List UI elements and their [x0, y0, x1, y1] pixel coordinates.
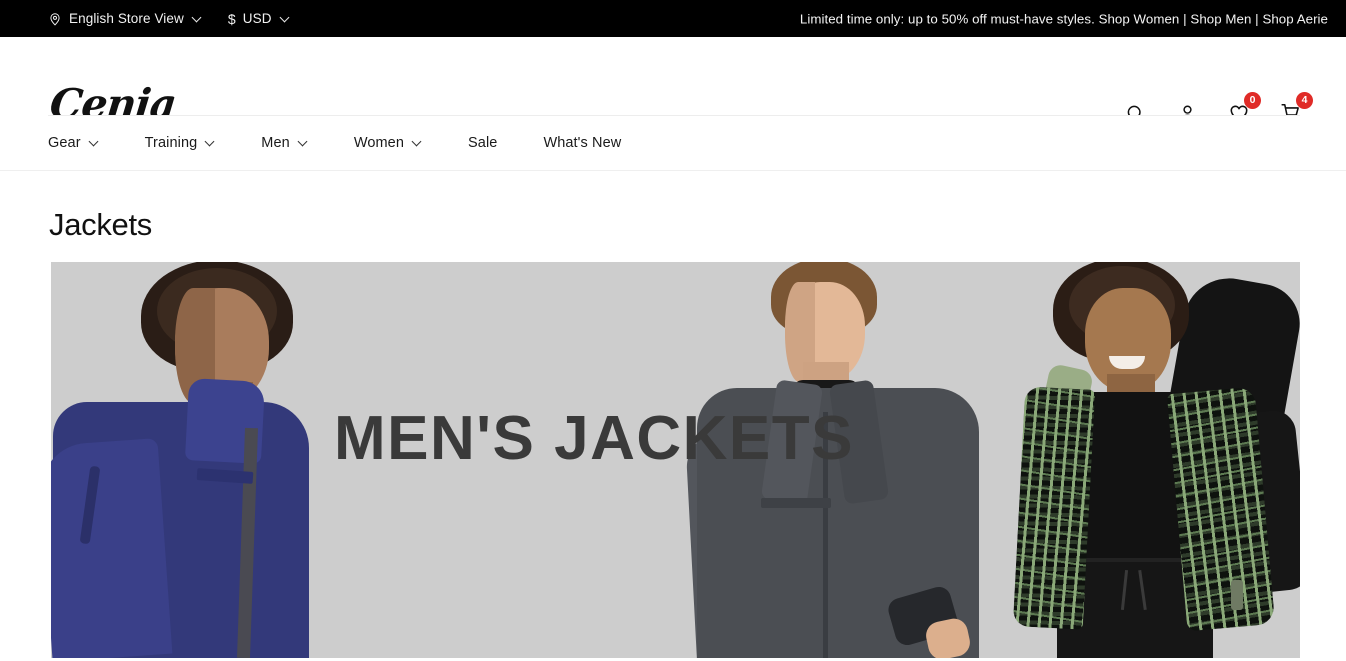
nav-item-sale[interactable]: Sale: [468, 135, 497, 151]
nav-item-label: Training: [144, 134, 198, 151]
site-header: Cenia 0 4: [0, 37, 1346, 128]
cart-count-badge: 4: [1296, 92, 1313, 109]
topbar-switchers: English Store View $ USD: [48, 11, 290, 26]
banner-model-navy-jacket: [51, 262, 345, 658]
nav-item-gear[interactable]: Gear: [48, 135, 99, 151]
nav-item-women[interactable]: Women: [354, 135, 422, 151]
chevron-down-icon: [281, 14, 290, 23]
promo-text: Limited time only: up to 50% off must-ha…: [799, 11, 1095, 26]
banner-model-printed-jacket: [991, 262, 1300, 658]
chevron-down-icon: [413, 138, 422, 147]
promo-separator: |: [1183, 11, 1187, 26]
nav-item-label: Women: [353, 134, 405, 151]
nav-divider-bottom: [0, 170, 1346, 171]
location-pin-icon: [48, 12, 62, 26]
page-title: Jackets: [49, 207, 152, 242]
promo-link-shop-women[interactable]: Shop Women: [1099, 11, 1180, 26]
currency-label: USD: [242, 11, 272, 26]
nav-item-label: What's New: [543, 134, 622, 151]
top-promo-bar: English Store View $ USD Limited time on…: [0, 0, 1346, 37]
wishlist-count-badge: 0: [1244, 92, 1261, 109]
promo-separator: |: [1255, 11, 1259, 26]
nav-item-whats-new[interactable]: What's New: [543, 135, 621, 151]
currency-switcher[interactable]: $ USD: [228, 11, 290, 26]
chevron-down-icon: [90, 138, 99, 147]
nav-item-label: Sale: [468, 134, 498, 151]
chevron-down-icon: [193, 14, 202, 23]
store-view-switcher[interactable]: English Store View: [48, 11, 202, 26]
promo-message: Limited time only: up to 50% off must-ha…: [800, 11, 1328, 26]
chevron-down-icon: [206, 138, 215, 147]
nav-item-training[interactable]: Training: [145, 135, 216, 151]
main-navigation: Gear Training Men Women Sale What's New: [0, 115, 1346, 171]
nav-item-label: Gear: [48, 134, 81, 151]
nav-items: Gear Training Men Women Sale What's New: [0, 115, 1346, 170]
store-view-label: English Store View: [69, 11, 184, 26]
promo-link-shop-men[interactable]: Shop Men: [1190, 11, 1251, 26]
nav-item-men[interactable]: Men: [261, 135, 308, 151]
banner-headline: MEN'S JACKETS: [334, 404, 854, 473]
category-hero-banner[interactable]: MEN'S JACKETS: [51, 262, 1300, 658]
promo-link-shop-aerie[interactable]: Shop Aerie: [1262, 11, 1328, 26]
chevron-down-icon: [299, 138, 308, 147]
dollar-icon: $: [227, 10, 236, 27]
nav-divider-top: [48, 115, 1300, 116]
nav-item-label: Men: [261, 134, 290, 151]
